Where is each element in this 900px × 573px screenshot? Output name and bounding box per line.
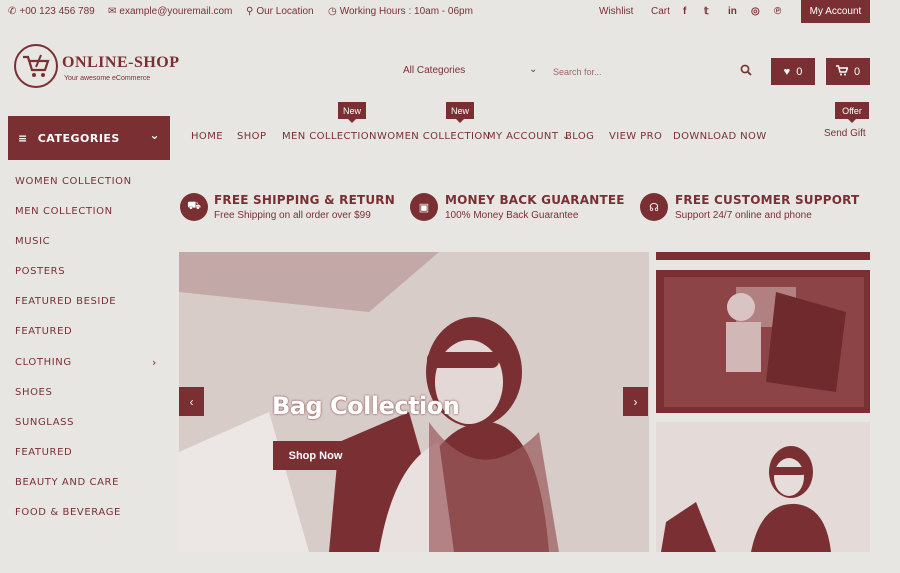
- new-badge: New: [338, 102, 366, 123]
- facebook-icon[interactable]: f: [683, 6, 686, 17]
- phone-info: ✆ +00 123 456 789: [8, 6, 95, 17]
- promo-banner-image[interactable]: [656, 252, 870, 413]
- category-item[interactable]: Posters: [15, 266, 165, 296]
- nav-shop[interactable]: Shop: [237, 131, 266, 142]
- nav-men-collection[interactable]: Men Collection: [282, 131, 377, 142]
- cart-button[interactable]: 0: [826, 58, 870, 85]
- offer-badge: Offer: [835, 102, 869, 123]
- feature-subtitle: Support 24/7 online and phone: [675, 210, 812, 221]
- feature-subtitle: 100% Money Back Guarantee: [445, 210, 579, 221]
- category-item[interactable]: Music: [15, 236, 165, 266]
- my-account-button[interactable]: My Account: [801, 0, 870, 23]
- pinterest-icon[interactable]: ℗: [774, 6, 781, 17]
- cart-count: 0: [853, 65, 861, 78]
- top-bar: ✆ +00 123 456 789 ✉ example@youremail.co…: [0, 0, 900, 24]
- category-item[interactable]: Beauty and Care: [15, 477, 165, 507]
- logo-icon[interactable]: [14, 44, 58, 88]
- linkedin-icon[interactable]: in: [728, 6, 737, 17]
- send-gift-link[interactable]: Send Gift: [824, 128, 866, 139]
- category-item[interactable]: Featured: [15, 447, 165, 477]
- logo-tagline: Your awesome eCommerce: [64, 75, 151, 82]
- nav-home[interactable]: Home: [191, 131, 223, 142]
- category-item[interactable]: Men Collection: [15, 206, 165, 236]
- cart-icon: [835, 64, 849, 79]
- chevron-left-icon[interactable]: ‹: [179, 387, 204, 416]
- category-item[interactable]: Food & Beverage: [15, 507, 165, 537]
- hours-info: ◷ Working Hours : 10am - 06pm: [328, 6, 473, 17]
- truck-icon: ⛟: [180, 193, 208, 221]
- cart-link[interactable]: Cart: [651, 6, 670, 17]
- category-list: Women Collection Men Collection Music Po…: [15, 176, 165, 537]
- nav-view-pro[interactable]: View Pro: [609, 131, 662, 142]
- chevron-right-icon: ›: [152, 355, 157, 369]
- phone-number: +00 123 456 789: [19, 6, 95, 17]
- feature-subtitle: Free Shipping on all order over $99: [214, 210, 371, 221]
- nav-my-account[interactable]: My Account ⌄: [487, 131, 571, 142]
- twitter-icon[interactable]: 𝕥: [704, 6, 709, 17]
- categories-toggle[interactable]: ≡ CATEGORIES ⌄: [8, 116, 170, 160]
- logo-title[interactable]: ONLINE-SHOP: [62, 54, 180, 72]
- category-item[interactable]: Featured: [15, 326, 165, 356]
- wishlist-button[interactable]: ♥ 0: [771, 58, 815, 85]
- location-info[interactable]: ⚲ Our Location: [246, 6, 314, 17]
- category-item[interactable]: Women Collection: [15, 176, 165, 206]
- nav-women-collection[interactable]: Women Collection: [377, 131, 490, 142]
- feature-title: Money Back Guarantee: [445, 193, 625, 207]
- category-item[interactable]: Clothing ›: [15, 355, 165, 387]
- map-pin-icon: ⚲: [246, 6, 254, 17]
- email-address[interactable]: example@youremail.com: [119, 6, 232, 17]
- hours-text: Working Hours : 10am - 06pm: [339, 6, 473, 17]
- search-icon[interactable]: [740, 64, 752, 79]
- hamburger-icon: ≡: [18, 131, 28, 145]
- category-item[interactable]: Featured Beside: [15, 296, 165, 326]
- location-text[interactable]: Our Location: [256, 6, 313, 17]
- new-badge: New: [446, 102, 474, 123]
- category-item[interactable]: Sunglass: [15, 417, 165, 447]
- wishlist-link[interactable]: Wishlist: [599, 6, 633, 17]
- email-info[interactable]: ✉ example@youremail.com: [108, 6, 232, 17]
- wishlist-count: 0: [796, 65, 803, 78]
- instagram-icon[interactable]: ◎: [751, 6, 760, 17]
- promo-banner-image[interactable]: [656, 422, 870, 552]
- clock-icon: ◷: [328, 6, 337, 17]
- chevron-right-icon[interactable]: ›: [623, 387, 648, 416]
- chevron-down-icon[interactable]: ⌄: [529, 64, 537, 75]
- categories-title: CATEGORIES: [37, 131, 120, 145]
- headset-icon: ☊: [640, 193, 668, 221]
- feature-title: Free Customer Support: [675, 193, 860, 207]
- category-item[interactable]: Shoes: [15, 387, 165, 417]
- chevron-down-icon: ⌄: [149, 128, 160, 142]
- nav-blog[interactable]: Blog: [565, 131, 594, 142]
- money-icon: ▣: [410, 193, 438, 221]
- phone-icon: ✆: [8, 6, 17, 17]
- shop-now-button[interactable]: Shop Now: [273, 441, 358, 470]
- search-category-select[interactable]: All Categories: [403, 65, 465, 76]
- envelope-icon: ✉: [108, 6, 117, 17]
- feature-title: Free Shipping & Return: [214, 193, 395, 207]
- heart-icon: ♥: [783, 65, 791, 78]
- hero-title: Bag Collection: [272, 392, 460, 420]
- nav-download-now[interactable]: Download Now: [673, 131, 767, 142]
- search-input[interactable]: [553, 62, 723, 82]
